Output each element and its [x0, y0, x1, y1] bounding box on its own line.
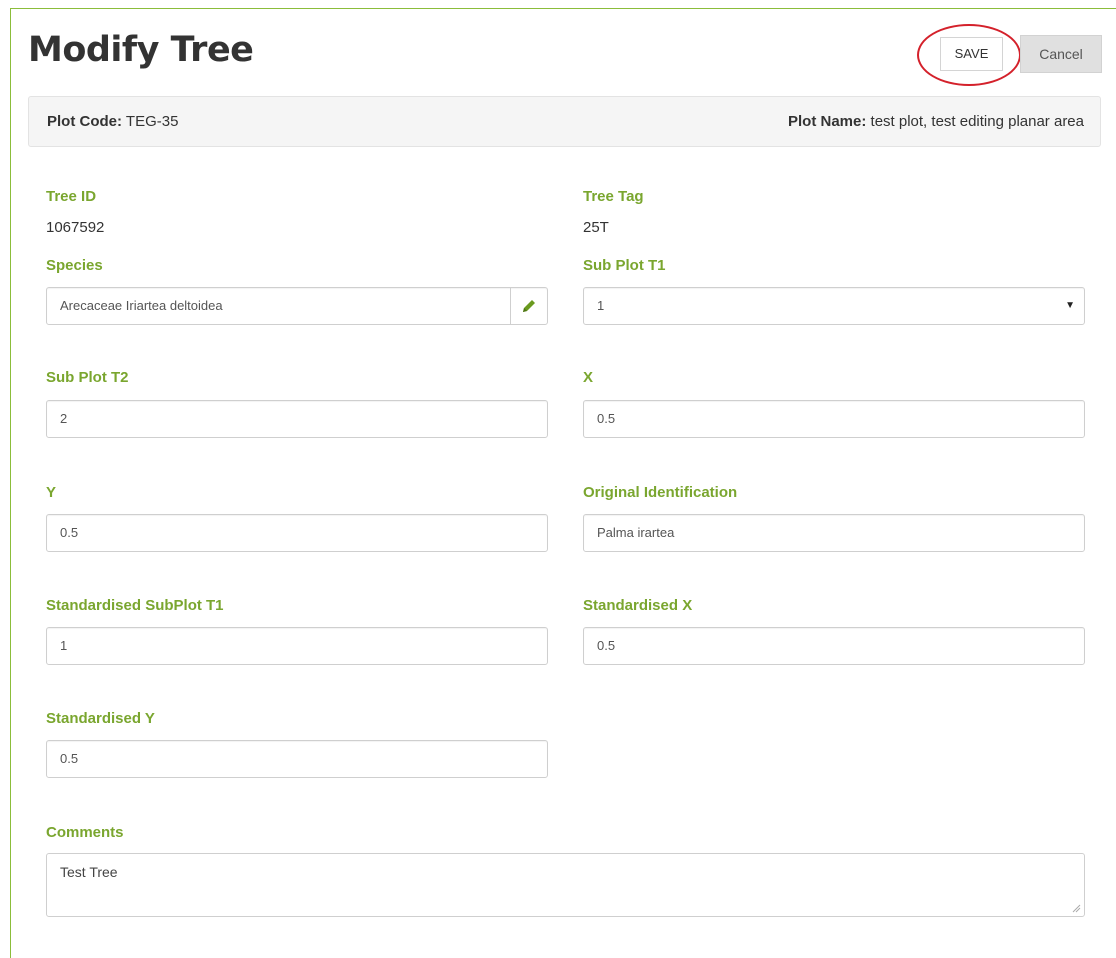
standardised-x-label: Standardised X — [583, 597, 693, 614]
save-button[interactable]: SAVE — [940, 37, 1003, 71]
pencil-icon — [523, 300, 535, 312]
sub-plot-t2-label: Sub Plot T2 — [46, 369, 129, 386]
sub-plot-t1-label: Sub Plot T1 — [583, 257, 666, 274]
x-field[interactable]: 0.5 — [583, 400, 1085, 438]
standardised-y-label: Standardised Y — [46, 710, 155, 727]
plot-info-bar: Plot Code: TEG-35 Plot Name: test plot, … — [28, 96, 1101, 147]
plot-name: Plot Name: test plot, test editing plana… — [788, 113, 1084, 130]
standardised-x-field[interactable]: 0.5 — [583, 627, 1085, 665]
species-edit-button[interactable] — [510, 288, 547, 324]
page-title: Modify Tree — [28, 30, 254, 70]
resize-grip-icon[interactable] — [1072, 904, 1081, 913]
species-field[interactable]: Arecaceae Iriartea deltoidea — [46, 287, 548, 325]
tree-id-label: Tree ID — [46, 188, 97, 205]
y-label: Y — [46, 484, 57, 501]
sub-plot-t1-value: 1 — [597, 298, 605, 313]
y-field[interactable]: 0.5 — [46, 514, 548, 552]
tree-tag-label: Tree Tag — [583, 188, 644, 205]
plot-code-value: TEG-35 — [125, 113, 179, 130]
tree-id-value: 1067592 — [46, 219, 105, 236]
tree-tag-value: 25T — [583, 219, 609, 236]
page-frame — [10, 8, 1116, 958]
standardised-y-field[interactable]: 0.5 — [46, 740, 548, 778]
cancel-button[interactable]: Cancel — [1020, 35, 1102, 73]
sub-plot-t1-select[interactable]: 1 ▼ — [583, 287, 1085, 325]
plot-name-value: test plot, test editing planar area — [870, 113, 1084, 130]
species-label: Species — [46, 257, 103, 274]
comments-label: Comments — [46, 824, 124, 841]
species-value: Arecaceae Iriartea deltoidea — [60, 298, 223, 313]
standardised-subplot-t1-label: Standardised SubPlot T1 — [46, 597, 224, 614]
dropdown-caret-icon: ▼ — [1065, 300, 1075, 311]
comments-textarea[interactable]: Test Tree — [46, 853, 1085, 917]
x-label: X — [583, 369, 594, 386]
standardised-subplot-t1-field[interactable]: 1 — [46, 627, 548, 665]
sub-plot-t2-field[interactable]: 2 — [46, 400, 548, 438]
original-identification-field[interactable]: Palma irartea — [583, 514, 1085, 552]
plot-code-label: Plot Code: — [47, 113, 122, 130]
plot-code: Plot Code: TEG-35 — [47, 113, 178, 130]
comments-value: Test Tree — [60, 864, 118, 880]
plot-name-label: Plot Name: — [788, 113, 867, 130]
original-identification-label: Original Identification — [583, 484, 738, 501]
